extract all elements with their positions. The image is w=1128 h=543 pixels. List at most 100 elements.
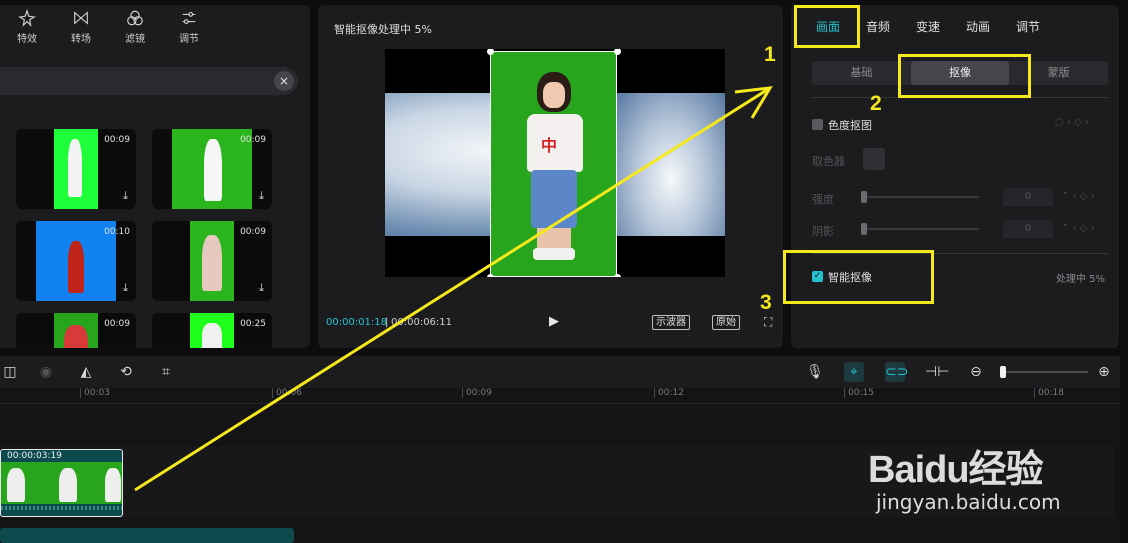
time-ruler[interactable]: 00:03 00:06 00:09 00:12 00:15 00:18 [0,388,1120,404]
freeze-icon[interactable]: ◉ [36,362,56,382]
subject-shoes [533,248,575,260]
tab-label: 特效 [17,34,37,45]
clear-icon[interactable]: × [274,71,294,91]
intensity-value[interactable]: 0 [1003,188,1053,206]
star-sparkle-icon [18,9,36,27]
magnet-snap-icon[interactable]: ⌖ [844,362,864,382]
play-icon[interactable]: ▶ [549,315,561,329]
thumbnail-preview [190,221,234,301]
microphone-icon[interactable]: 🎙 [805,362,825,382]
original-ratio-button[interactable]: 原始 [712,315,740,330]
ruler-tick: 00:15 [844,388,874,398]
app-window: 特效 转场 滤镜 调节 × 00:09 ⤓ 00:09 ⤓ 00:10 ⤓ 00… [0,0,1128,543]
download-icon[interactable]: ⤓ [123,189,128,203]
annotation-number: 2 [870,92,882,115]
color-picker-label: 取色器 [812,155,845,168]
link-icon[interactable]: ⊂⊃ [885,362,908,382]
annotation-box-tab [794,5,860,48]
intensity-label: 强度 [812,193,834,206]
tab-label: 调节 [179,34,199,45]
ruler-tick: 00:06 [272,388,302,398]
ruler-tick: 00:09 [462,388,492,398]
preview-canvas[interactable]: 中 [385,49,725,277]
preview-axis-icon[interactable]: ⊣⊢ [925,362,949,382]
intensity-slider-knob[interactable] [861,191,867,203]
thumbnail-preview [54,129,98,209]
media-thumbnail[interactable]: 00:25 [152,313,272,348]
zoom-slider-track[interactable] [1000,371,1088,373]
download-icon[interactable]: ⤓ [259,189,264,203]
scope-button[interactable]: 示波器 [652,315,690,330]
download-icon[interactable]: ⤓ [259,281,264,295]
shadow-label: 阴影 [812,225,834,238]
thumbnail-duration: 00:09 [240,135,266,145]
subtab-basic[interactable]: 基础 [812,61,911,85]
tab-filters[interactable]: 滤镜 [108,5,162,49]
tab-effects[interactable]: 特效 [0,5,54,49]
total-time: 00:00:06:11 [391,317,453,328]
crop-icon[interactable]: ⌗ [156,362,176,382]
player-title: 智能抠像处理中 5% [334,23,432,36]
intensity-slider-track[interactable] [861,196,979,198]
rotate-icon[interactable]: ⟲ [116,362,136,382]
processing-status: 处理中 5% [1056,274,1106,285]
zoom-slider-knob[interactable] [1000,366,1006,378]
tab-label: 转场 [71,34,91,45]
clip-waveform [1,506,122,510]
chroma-key-label: 色度抠图 [828,119,872,132]
audio-clip[interactable] [0,528,294,543]
subject-pants [531,170,577,228]
annotation-box-checkbox [783,250,934,304]
media-thumbnail[interactable]: 00:09 ⤓ [152,129,272,209]
resize-handle[interactable] [614,274,621,277]
media-thumbnail[interactable]: 00:09 ⤓ [16,129,136,209]
tab-animation[interactable]: 动画 [953,5,1003,49]
mirror-icon[interactable]: ◭ [76,362,96,382]
thumbnail-preview [190,313,234,348]
shadow-slider-knob[interactable] [861,223,867,235]
selected-video-layer[interactable]: 中 [490,51,617,277]
subject-legs [537,228,571,250]
keyframe-icon[interactable]: ⌃ ‹ ◇ › [1061,223,1095,234]
shadow-value[interactable]: 0 [1003,220,1053,238]
tab-adjust[interactable]: 调节 [162,5,216,49]
timeline-toolbar: ◫ ◉ ◭ ⟲ ⌗ 🎙 ⌖ ⊂⊃ ⊣⊢ ⊖ ⊕ [0,356,1120,388]
tab-adjust[interactable]: 调节 [1003,5,1053,49]
zoom-out-icon[interactable]: ⊖ [966,362,986,382]
resize-handle[interactable] [487,274,494,277]
annotation-number: 1 [764,43,776,66]
shadow-slider-track[interactable] [861,228,979,230]
tab-transitions[interactable]: 转场 [54,5,108,49]
chroma-key-checkbox[interactable] [812,119,823,130]
ruler-tick: 00:03 [80,388,110,398]
media-thumbnail[interactable]: 00:09 ⤓ [152,221,272,301]
tab-speed[interactable]: 变速 [903,5,953,49]
watermark-logo: Baidu经验 [868,449,1044,491]
fullscreen-icon[interactable]: ⛶ [764,315,772,330]
resize-handle[interactable] [614,49,621,55]
video-clip[interactable]: 00:00:03:19 [0,449,123,517]
annotation-box-subtab [898,54,1031,98]
thumbnail-duration: 00:09 [104,135,130,145]
color-picker-button[interactable] [863,148,885,170]
clip-duration: 00:00:03:19 [7,451,62,461]
keyframe-icon[interactable]: ⌃ ‹ ◇ › [1061,191,1095,202]
zoom-in-icon[interactable]: ⊕ [1094,362,1114,382]
keyframe-icon[interactable]: ○ ‹ ◇ › [1055,117,1089,128]
video-player: 智能抠像处理中 5% 中 00:00:01:18 | 00:00:06:11 ▶… [318,5,783,348]
current-time: 00:00:01:18 [326,317,388,328]
thumbnail-duration: 00:10 [104,227,130,237]
subject-face [543,82,565,108]
search-input[interactable]: × [0,67,298,95]
tab-label: 滤镜 [125,34,145,45]
download-icon[interactable]: ⤓ [123,281,128,295]
bowtie-transition-icon [74,11,88,25]
filter-circles-icon [127,10,143,26]
annotation-number: 3 [760,291,772,314]
thumbnail-duration: 00:09 [104,319,130,329]
tab-audio[interactable]: 音频 [853,5,903,49]
sky-background-right [617,93,725,236]
media-thumbnail[interactable]: 00:10 ⤓ [16,221,136,301]
split-icon[interactable]: ◫ [0,362,20,382]
media-thumbnail[interactable]: 00:09 [16,313,136,348]
